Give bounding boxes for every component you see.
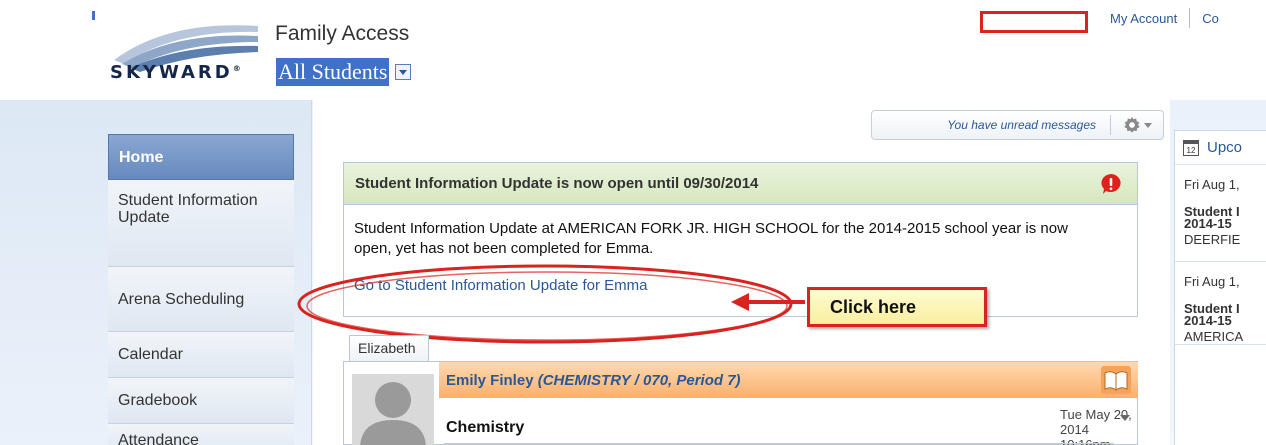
upcoming-title: Upco	[1207, 139, 1243, 156]
comment-subject: Chemistry	[446, 419, 525, 436]
upcoming-events-panel: 12 Upco Fri Aug 1, Student I 2014-15 DEE…	[1174, 130, 1266, 445]
siu-notice-panel: Student Information Update is now open u…	[343, 162, 1138, 317]
sidebar-item-calendar[interactable]: Calendar	[108, 332, 294, 378]
chevron-down-icon[interactable]	[395, 64, 412, 80]
top-nav-divider	[1189, 8, 1191, 28]
avatar	[352, 374, 434, 445]
event-date: Fri Aug 1,	[1184, 177, 1240, 192]
event-school: AMERICA	[1184, 329, 1244, 344]
app-title: Family Access	[275, 22, 410, 45]
unread-messages-link[interactable]: You have unread messages	[872, 118, 1110, 132]
teacher-name[interactable]: Emily Finley	[446, 372, 534, 389]
chevron-down-icon[interactable]	[1116, 409, 1134, 427]
top-nav: My Account Co	[1110, 0, 1219, 36]
upcoming-event[interactable]: Fri Aug 1, Student I 2014-15 DEERFIE	[1175, 165, 1266, 262]
student-tab-elizabeth[interactable]: Elizabeth	[349, 335, 429, 361]
sidebar-item-attendance[interactable]: Attendance	[108, 424, 294, 445]
my-account-link[interactable]: My Account	[1110, 11, 1177, 26]
upcoming-event[interactable]: Fri Aug 1, Student I 2014-15 AMERICA	[1175, 262, 1266, 345]
skyward-logo-icon[interactable]	[108, 14, 268, 98]
student-selector[interactable]: All Students	[276, 58, 412, 86]
redacted-box	[980, 11, 1088, 33]
class-comment-card: Emily Finley (CHEMISTRY / 070, Period 7)…	[343, 361, 1138, 445]
comment-divider	[444, 443, 1114, 444]
messages-bar: You have unread messages	[871, 110, 1164, 140]
siu-notice-body: Student Information Update at AMERICAN F…	[344, 205, 1104, 296]
alert-icon	[1101, 174, 1121, 194]
header-marker	[92, 11, 95, 20]
event-title-year: 2014-15	[1184, 216, 1232, 231]
siu-update-link[interactable]: Go to Student Information Update for Emm…	[354, 276, 647, 296]
sidebar-item-student-information-update[interactable]: Student Information Update	[108, 180, 294, 267]
sidebar-item-arena-scheduling[interactable]: Arena Scheduling	[108, 267, 294, 332]
sidebar-item-home[interactable]: Home	[108, 134, 294, 180]
sidebar-item-gradebook[interactable]: Gradebook	[108, 378, 294, 424]
siu-notice-header: Student Information Update is now open u…	[344, 163, 1137, 205]
click-here-callout: Click here	[807, 287, 987, 327]
calendar-icon: 12	[1183, 139, 1199, 156]
caret-down-icon	[1143, 122, 1152, 128]
settings-menu[interactable]	[1111, 116, 1163, 134]
person-silhouette-icon	[360, 382, 426, 445]
top-nav-link-partial[interactable]: Co	[1202, 11, 1219, 26]
gear-icon[interactable]	[1123, 116, 1141, 134]
event-date: Fri Aug 1,	[1184, 274, 1240, 289]
header: SKYWARD® Family Access All Students My A…	[0, 0, 1266, 100]
upcoming-header[interactable]: 12 Upco	[1175, 131, 1266, 165]
side-nav: Home Student Information Update Arena Sc…	[108, 134, 296, 445]
logo-wordmark: SKYWARD®	[110, 62, 241, 83]
event-title-year: 2014-15	[1184, 313, 1232, 328]
siu-notice-message: Student Information Update at AMERICAN F…	[354, 220, 1068, 257]
siu-notice-title: Student Information Update is now open u…	[355, 175, 759, 192]
class-info[interactable]: (CHEMISTRY / 070, Period 7)	[538, 372, 741, 389]
student-selector-label[interactable]: All Students	[276, 58, 390, 86]
event-school: DEERFIE	[1184, 232, 1241, 247]
book-icon[interactable]	[1101, 366, 1131, 394]
teacher-link[interactable]: Emily Finley (CHEMISTRY / 070, Period 7)	[446, 372, 741, 389]
